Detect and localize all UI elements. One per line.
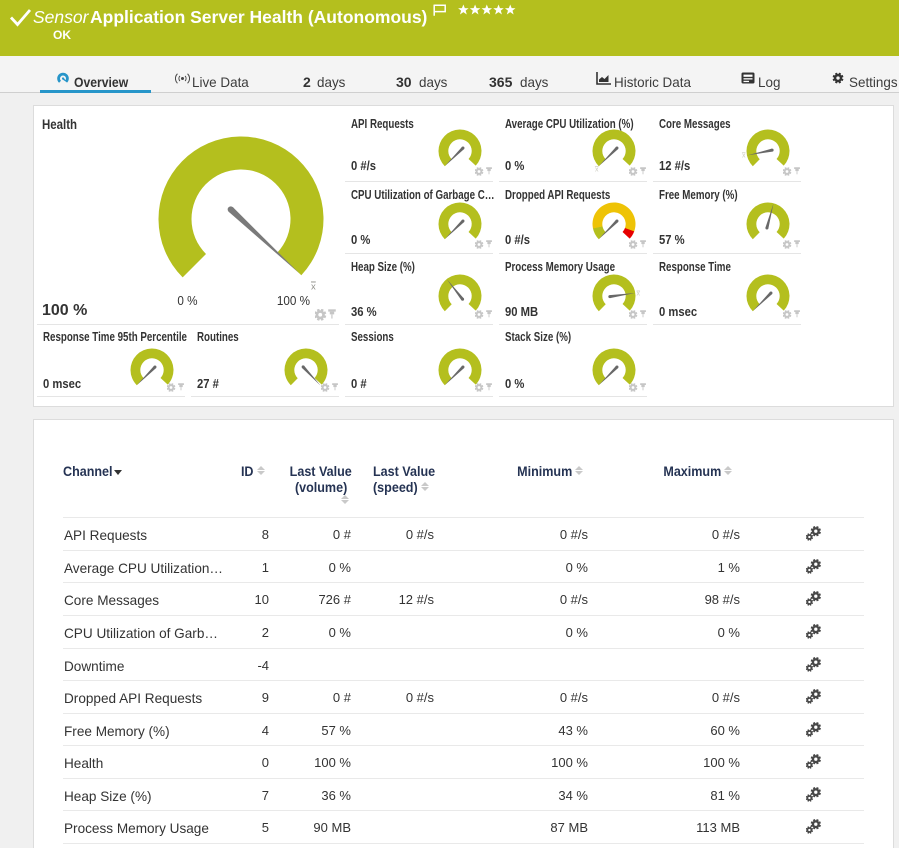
svg-text:x: x: [637, 291, 641, 298]
svg-text:x: x: [595, 166, 599, 173]
svg-text:x: x: [742, 152, 746, 159]
svg-text:x: x: [311, 282, 316, 293]
